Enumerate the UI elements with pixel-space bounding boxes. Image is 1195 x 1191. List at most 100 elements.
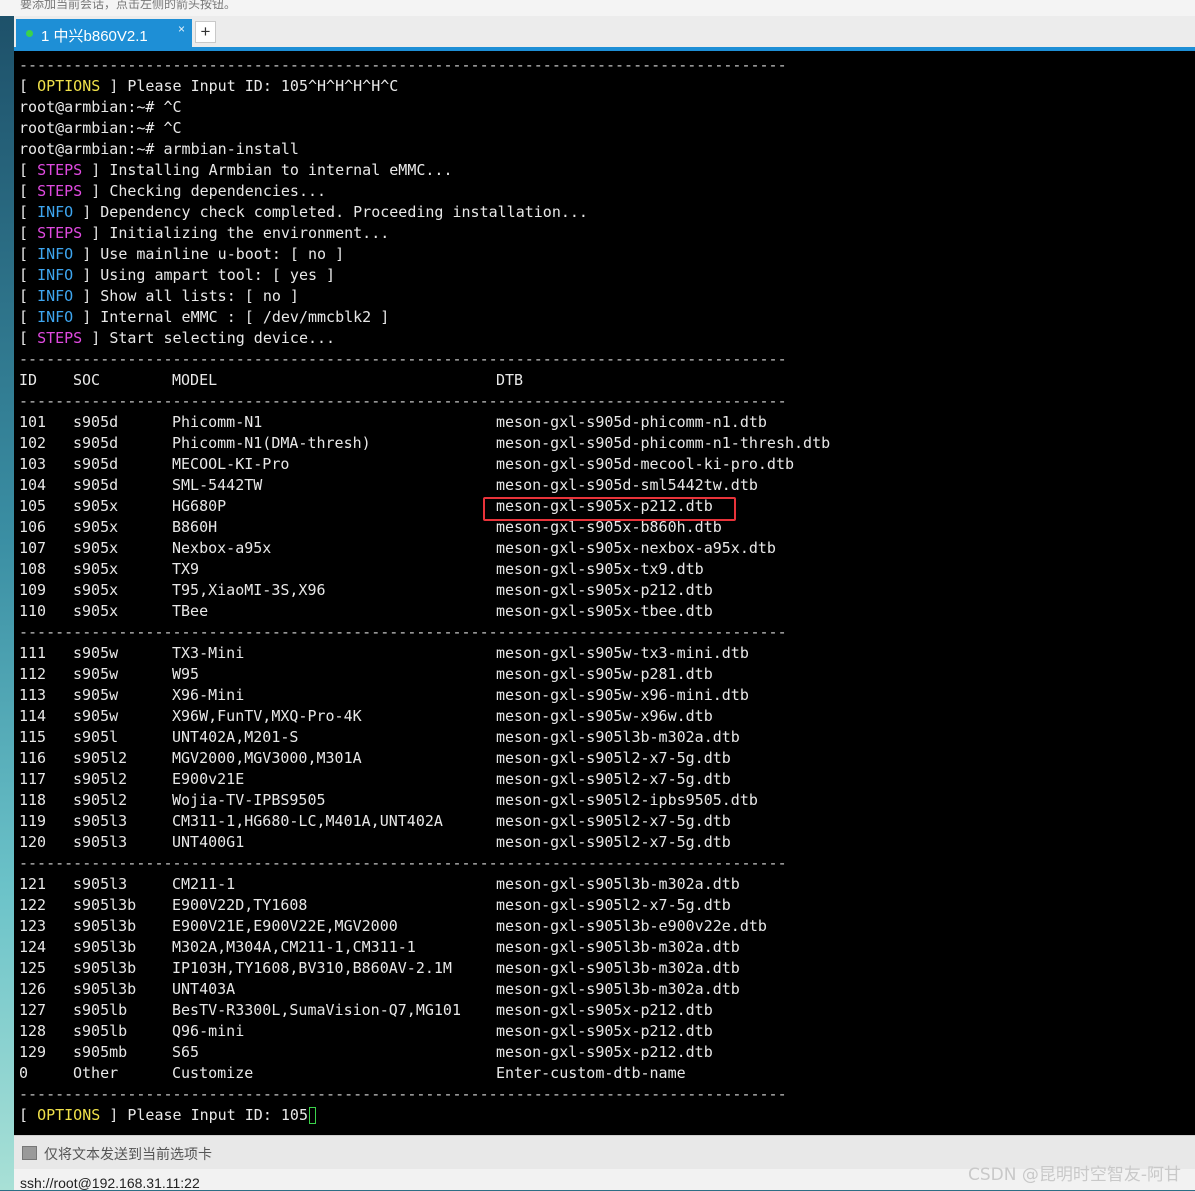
log-tag: OPTIONS bbox=[37, 77, 101, 95]
device-soc: s905l3 bbox=[73, 875, 128, 893]
log-tag: INFO bbox=[37, 287, 74, 305]
device-model: BesTV-R3300L,SumaVision-Q7,MG101 bbox=[172, 1001, 461, 1019]
device-id: 121 bbox=[19, 875, 47, 893]
device-model: MECOOL-KI-Pro bbox=[172, 455, 290, 473]
log-tag: INFO bbox=[37, 245, 74, 263]
shell-line: root@armbian:~# armbian-install bbox=[19, 140, 299, 158]
device-soc: s905l3b bbox=[73, 938, 137, 956]
device-id: 108 bbox=[19, 560, 47, 578]
device-model: Phicomm-N1(DMA-thresh) bbox=[172, 434, 371, 452]
device-dtb: meson-gxl-s905l2-x7-5g.dtb bbox=[496, 833, 731, 851]
device-soc: s905l3b bbox=[73, 959, 137, 977]
device-dtb: meson-gxl-s905l2-x7-5g.dtb bbox=[496, 770, 731, 788]
log-line: [ STEPS ] Checking dependencies... bbox=[19, 182, 327, 200]
device-model: SML-5442TW bbox=[172, 476, 263, 494]
device-id: 104 bbox=[19, 476, 47, 494]
log-tag: STEPS bbox=[37, 182, 83, 200]
device-model: S65 bbox=[172, 1043, 200, 1061]
device-dtb: meson-gxl-s905l3b-m302a.dtb bbox=[496, 728, 740, 746]
device-dtb: meson-gxl-s905x-p212.dtb bbox=[496, 581, 713, 599]
device-soc: Other bbox=[73, 1064, 119, 1082]
device-dtb: meson-gxl-s905l3b-e900v22e.dtb bbox=[496, 917, 767, 935]
device-id: 105 bbox=[19, 497, 47, 515]
device-model: Customize bbox=[172, 1064, 254, 1082]
device-soc: s905l2 bbox=[73, 791, 128, 809]
log-message: Start selecting device... bbox=[109, 329, 336, 347]
separator-line: ----------------------------------------… bbox=[19, 1085, 787, 1103]
device-id: 112 bbox=[19, 665, 47, 683]
text-cursor[interactable] bbox=[309, 1107, 316, 1124]
device-id: 118 bbox=[19, 791, 47, 809]
log-line: [ INFO ] Show all lists: [ no ] bbox=[19, 287, 299, 305]
tab-session[interactable]: 1 中兴b860V2.1 × bbox=[16, 19, 192, 48]
device-model: CM311-1,HG680-LC,M401A,UNT402A bbox=[172, 812, 443, 830]
device-soc: s905x bbox=[73, 539, 119, 557]
log-tag: STEPS bbox=[37, 224, 83, 242]
log-line: [ OPTIONS ] Please Input ID: 105^H^H^H^H… bbox=[19, 77, 399, 95]
log-message: Internal eMMC : [ /dev/mmcblk2 ] bbox=[100, 308, 390, 326]
device-id: 129 bbox=[19, 1043, 47, 1061]
new-tab-button[interactable]: + bbox=[195, 21, 216, 43]
device-dtb: meson-gxl-s905l2-x7-5g.dtb bbox=[496, 749, 731, 767]
send-to-tab-label[interactable]: 仅将文本发送到当前选项卡 bbox=[44, 1144, 212, 1164]
terminal-output[interactable]: ----------------------------------------… bbox=[14, 51, 1195, 1135]
device-model: HG680P bbox=[172, 497, 227, 515]
log-line: [ STEPS ] Initializing the environment..… bbox=[19, 224, 390, 242]
device-soc: s905d bbox=[73, 476, 119, 494]
watermark: CSDN @昆明时空智友-阿甘 bbox=[967, 1165, 1181, 1185]
device-id: 109 bbox=[19, 581, 47, 599]
header-model: MODEL bbox=[172, 371, 218, 389]
device-soc: s905w bbox=[73, 665, 119, 683]
device-dtb: meson-gxl-s905l2-x7-5g.dtb bbox=[496, 812, 731, 830]
device-id: 125 bbox=[19, 959, 47, 977]
separator-line: ----------------------------------------… bbox=[19, 350, 787, 368]
device-soc: s905l3b bbox=[73, 896, 137, 914]
device-dtb: meson-gxl-s905l3b-m302a.dtb bbox=[496, 875, 740, 893]
device-dtb: meson-gxl-s905d-sml5442tw.dtb bbox=[496, 476, 758, 494]
close-tab-icon[interactable]: × bbox=[178, 22, 185, 36]
log-message: Use mainline u-boot: [ no ] bbox=[100, 245, 345, 263]
device-soc: s905x bbox=[73, 602, 119, 620]
device-dtb: meson-gxl-s905d-phicomm-n1.dtb bbox=[496, 413, 767, 431]
desktop-background bbox=[0, 0, 14, 1190]
device-soc: s905lb bbox=[73, 1001, 128, 1019]
tab-bar: 1 中兴b860V2.1 × + bbox=[14, 16, 1195, 48]
device-soc: s905x bbox=[73, 518, 119, 536]
device-id: 111 bbox=[19, 644, 47, 662]
device-dtb: meson-gxl-s905w-x96w.dtb bbox=[496, 707, 713, 725]
device-soc: s905l3 bbox=[73, 833, 128, 851]
device-soc: s905x bbox=[73, 560, 119, 578]
device-id: 122 bbox=[19, 896, 47, 914]
log-tag: INFO bbox=[37, 308, 74, 326]
device-model: TX3-Mini bbox=[172, 644, 245, 662]
device-soc: s905l2 bbox=[73, 749, 128, 767]
device-model: UNT403A bbox=[172, 980, 236, 998]
input-prompt-line: [ OPTIONS ] Please Input ID: 105 bbox=[19, 1105, 316, 1126]
device-model: Nexbox-a95x bbox=[172, 539, 272, 557]
device-id: 107 bbox=[19, 539, 47, 557]
device-model: CM211-1 bbox=[172, 875, 236, 893]
device-dtb: meson-gxl-s905x-tbee.dtb bbox=[496, 602, 713, 620]
log-tag: STEPS bbox=[37, 161, 83, 179]
separator-line: ----------------------------------------… bbox=[19, 56, 787, 74]
device-id: 106 bbox=[19, 518, 47, 536]
device-soc: s905l bbox=[73, 728, 119, 746]
log-line: [ STEPS ] Installing Armbian to internal… bbox=[19, 161, 453, 179]
device-soc: s905x bbox=[73, 581, 119, 599]
separator-line: ----------------------------------------… bbox=[19, 623, 787, 641]
log-line: [ INFO ] Internal eMMC : [ /dev/mmcblk2 … bbox=[19, 308, 390, 326]
device-id: 102 bbox=[19, 434, 47, 452]
shell-line: root@armbian:~# ^C bbox=[19, 98, 182, 116]
device-id: 116 bbox=[19, 749, 47, 767]
device-dtb: meson-gxl-s905d-mecool-ki-pro.dtb bbox=[496, 455, 795, 473]
device-dtb: meson-gxl-s905x-p212.dtb bbox=[496, 1022, 713, 1040]
device-soc: s905x bbox=[73, 497, 119, 515]
device-id: 110 bbox=[19, 602, 47, 620]
device-model: Q96-mini bbox=[172, 1022, 245, 1040]
device-soc: s905l2 bbox=[73, 770, 128, 788]
device-dtb: meson-gxl-s905l3b-m302a.dtb bbox=[496, 959, 740, 977]
device-model: B860H bbox=[172, 518, 218, 536]
send-to-tab-icon[interactable] bbox=[22, 1146, 37, 1160]
device-id: 119 bbox=[19, 812, 47, 830]
device-id: 127 bbox=[19, 1001, 47, 1019]
